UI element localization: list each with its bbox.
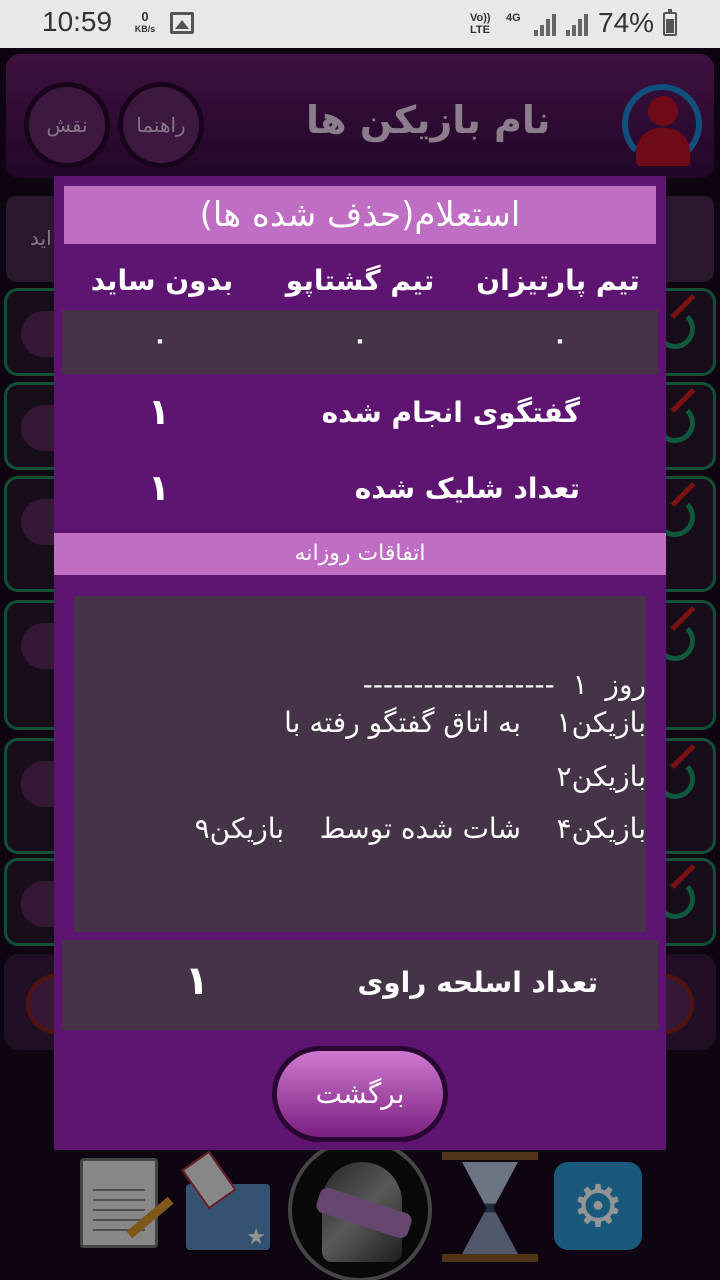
gestapo-count: ۰ xyxy=(352,326,368,354)
volte-indicator: Vo)) LTE xyxy=(470,12,491,36)
daily-events-title: اتفاقات روزانه xyxy=(54,533,666,575)
clock: 10:59 xyxy=(42,6,113,37)
network-type: 4G xyxy=(506,12,521,24)
signal-icon xyxy=(566,12,588,36)
battery-icon xyxy=(663,9,677,36)
weapons-label: تعداد اسلحه راوی xyxy=(357,966,598,999)
signal-icon xyxy=(534,12,556,36)
battery-percent: 74% xyxy=(598,7,655,38)
log-line: بازیکن۴ شات شده توسط بازیکن۹ xyxy=(194,812,646,845)
log-line: بازیکن۲ xyxy=(556,760,646,793)
team-gestapo-label: تیم گشتاپو xyxy=(285,264,435,297)
shots-label: تعداد شلیک شده xyxy=(354,472,580,505)
gallery-icon xyxy=(170,12,194,34)
conversations-value: ۱ xyxy=(148,392,170,433)
network-speed: 0 KB/s xyxy=(134,9,156,34)
team-neutral-label: بدون ساید xyxy=(90,264,234,297)
team-partisan-label: تیم پارتیزان xyxy=(476,264,640,297)
neutral-count: ۰ xyxy=(152,326,168,354)
inquiry-dialog: استعلام(حذف شده ها) تیم پارتیزان تیم گشت… xyxy=(54,176,666,1150)
events-log[interactable]: روز ۱ ------------------- بازیکن۱ به اتا… xyxy=(74,596,646,932)
back-button[interactable]: برگشت xyxy=(272,1046,448,1142)
team-headers: تیم پارتیزان تیم گشتاپو بدون ساید xyxy=(54,264,666,304)
back-button-label: برگشت xyxy=(277,1051,443,1137)
shots-row: تعداد شلیک شده ۱ xyxy=(54,468,666,518)
partisan-count: ۰ xyxy=(552,326,568,354)
shots-value: ۱ xyxy=(148,468,170,509)
log-line: بازیکن۱ به اتاق گفتگو رفته با xyxy=(284,706,646,739)
status-bar: 10:59 0 KB/s Vo)) LTE 4G 74% xyxy=(0,0,720,48)
conversations-label: گفتگوی انجام شده xyxy=(321,396,580,429)
log-line: روز ۱ ------------------- xyxy=(362,668,646,701)
weapons-value: ۱ xyxy=(184,958,210,1004)
team-counts: ۰ ۰ ۰ xyxy=(62,310,658,374)
narrator-weapons-row: تعداد اسلحه راوی ۱ xyxy=(62,940,658,1030)
conversations-row: گفتگوی انجام شده ۱ xyxy=(54,392,666,442)
dialog-title: استعلام(حذف شده ها) xyxy=(64,186,656,244)
